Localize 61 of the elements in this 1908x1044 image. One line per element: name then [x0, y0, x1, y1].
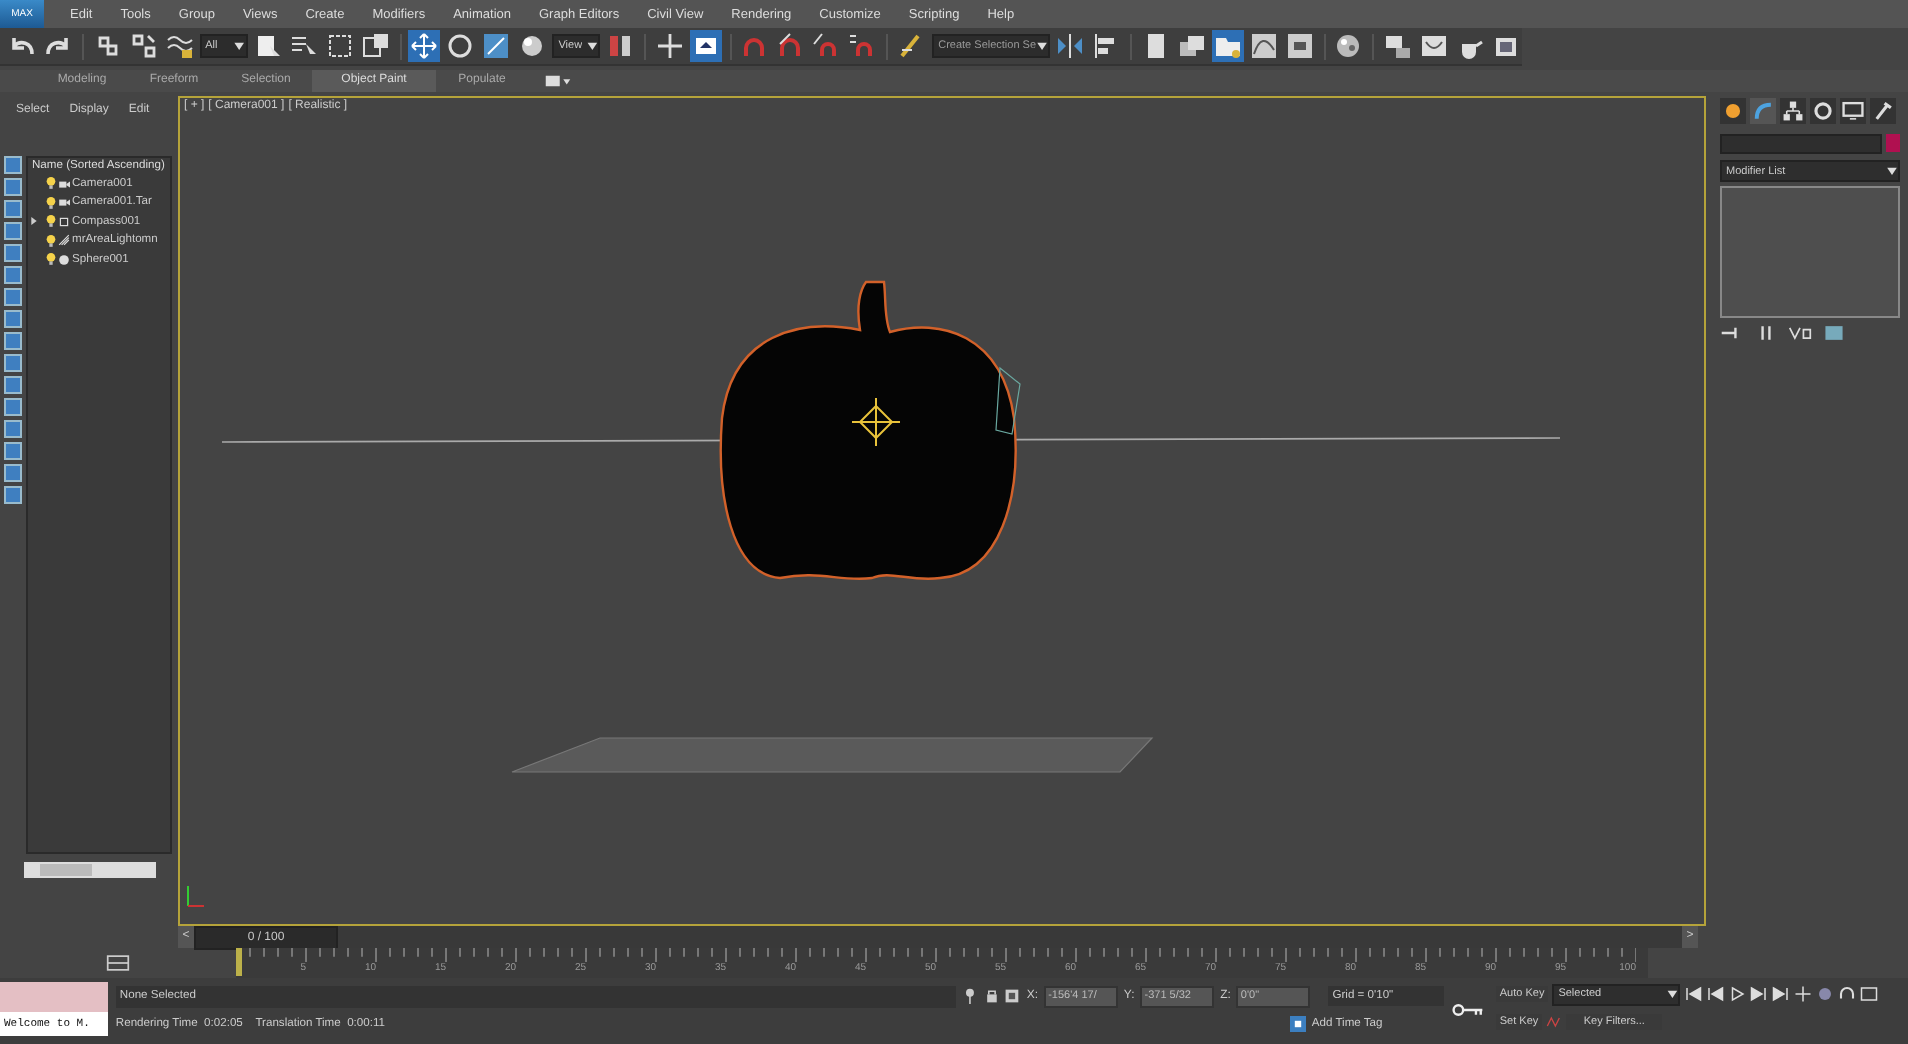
next-key-icon[interactable] — [1750, 986, 1769, 1002]
mini-curve-editor-icon[interactable] — [106, 954, 130, 972]
caret-icon — [1886, 163, 1898, 179]
folder-icon[interactable] — [1211, 30, 1244, 62]
expand-arrow-icon[interactable] — [30, 216, 38, 227]
schematic-icon[interactable] — [1283, 30, 1316, 62]
area-light-icon — [58, 234, 70, 247]
rectangle-selection-icon[interactable] — [323, 30, 356, 62]
absolute-mode-icon[interactable] — [1004, 988, 1021, 1004]
go-to-end-icon[interactable] — [1772, 986, 1791, 1002]
rotate-icon[interactable] — [444, 30, 477, 62]
material-editor-icon[interactable] — [1332, 30, 1365, 62]
light-bulb-icon[interactable] — [46, 176, 56, 191]
circle-icon[interactable] — [1810, 98, 1836, 124]
caret-icon — [233, 38, 246, 54]
object-name-field[interactable] — [1720, 134, 1882, 154]
unlink-icon[interactable] — [127, 30, 160, 62]
sun-icon[interactable] — [1720, 98, 1746, 124]
maximize-viewport-icon[interactable] — [1860, 986, 1879, 1002]
render-setup-icon[interactable] — [1381, 30, 1414, 62]
key-icon[interactable] — [1451, 1002, 1484, 1018]
mirror-icon[interactable] — [1054, 30, 1087, 62]
horizontal-scrollbar[interactable] — [24, 862, 156, 878]
window-crossing-icon[interactable] — [359, 30, 392, 62]
caret-icon — [586, 38, 599, 54]
light-bulb-icon[interactable] — [46, 252, 56, 267]
light-bulb-icon[interactable] — [46, 214, 56, 229]
axis-tripod-icon — [187, 885, 205, 907]
object-color-swatch[interactable] — [1886, 134, 1900, 152]
stack-icon[interactable] — [1175, 30, 1208, 62]
maxscript-input-field[interactable] — [0, 982, 108, 1012]
camera-icon — [58, 196, 70, 209]
monitor-icon[interactable] — [1840, 98, 1866, 124]
caret-icon — [1666, 986, 1679, 1002]
helper-icon — [58, 215, 70, 228]
manipulate-icon[interactable] — [653, 30, 686, 62]
current-frame-marker — [236, 948, 242, 976]
ribbon-toggle-icon[interactable] — [544, 72, 572, 90]
light-bulb-icon[interactable] — [46, 195, 56, 210]
time-tag-icon[interactable] — [1289, 1016, 1306, 1032]
go-to-start-icon[interactable] — [1684, 986, 1703, 1002]
make-unique-icon[interactable] — [1788, 324, 1812, 342]
move-icon[interactable] — [408, 30, 441, 62]
headphones-icon[interactable] — [1838, 986, 1857, 1002]
camera-icon — [58, 177, 70, 190]
light-bulb-icon[interactable] — [46, 233, 56, 248]
render-frame-icon[interactable] — [1417, 30, 1450, 62]
hammer-icon[interactable] — [1870, 98, 1896, 124]
keyboard-shortcut-icon[interactable] — [689, 30, 722, 62]
lock-icon[interactable] — [983, 988, 999, 1004]
play-icon[interactable] — [1728, 986, 1747, 1002]
pin-icon[interactable] — [961, 988, 978, 1004]
previous-key-icon[interactable] — [1706, 986, 1725, 1002]
sphere-icon — [58, 253, 70, 266]
configure-icon[interactable] — [1822, 324, 1846, 342]
transform-gizmo-icon[interactable] — [851, 397, 901, 447]
pan-icon[interactable] — [1794, 986, 1813, 1002]
wave-icon[interactable] — [163, 30, 196, 62]
caret-icon — [1036, 38, 1049, 54]
hierarchy-icon[interactable] — [1780, 98, 1806, 124]
curve-editor-icon[interactable] — [1247, 30, 1280, 62]
